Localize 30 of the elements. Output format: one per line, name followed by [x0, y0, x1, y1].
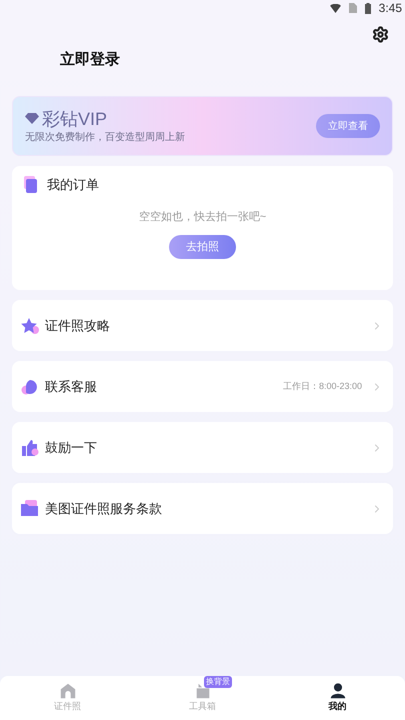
- login-link[interactable]: 立即登录: [60, 51, 120, 68]
- order-icon: [23, 176, 39, 194]
- tab[interactable]: 换背景 工具箱: [135, 676, 270, 720]
- menu-item[interactable]: 联系客服 工作日：8:00-23:00: [12, 361, 393, 412]
- menu-label: 联系客服: [45, 378, 98, 396]
- menu-item[interactable]: 证件照攻略: [12, 300, 393, 351]
- thumb-icon: [20, 438, 40, 458]
- person-icon: [328, 682, 346, 700]
- vip-subtitle: 无限次免费制作，百变造型周周上新: [25, 130, 185, 144]
- vip-title: 彩钻VIP: [42, 108, 108, 130]
- empty-message: 空空如也，快去拍一张吧~: [138, 210, 266, 224]
- battery-icon: [364, 2, 371, 14]
- vip-banner[interactable]: 彩钻VIP 无限次免费制作，百变造型周周上新 立即查看: [12, 96, 393, 156]
- clock: 3:45: [378, 0, 402, 17]
- menu-label: 证件照攻略: [45, 316, 111, 335]
- diamond-icon: [25, 113, 39, 124]
- menu-label: 美图证件照服务条款: [45, 500, 163, 518]
- working-hours: 工作日：8:00-23:00: [282, 380, 362, 393]
- menu-item[interactable]: 鼓励一下: [12, 422, 393, 473]
- menu-label: 鼓励一下: [45, 438, 98, 457]
- menu-item[interactable]: 美图证件照服务条款: [12, 483, 393, 534]
- folder-icon: [20, 498, 40, 518]
- no-sim-icon: [348, 3, 357, 13]
- tab[interactable]: 我的: [270, 676, 405, 720]
- tab-badge: 换背景: [204, 676, 232, 688]
- settings-icon[interactable]: [372, 26, 389, 43]
- star-icon: [20, 316, 40, 336]
- home-icon: [58, 682, 76, 700]
- orders-title: 我的订单: [47, 176, 99, 194]
- wifi-icon: [330, 4, 341, 12]
